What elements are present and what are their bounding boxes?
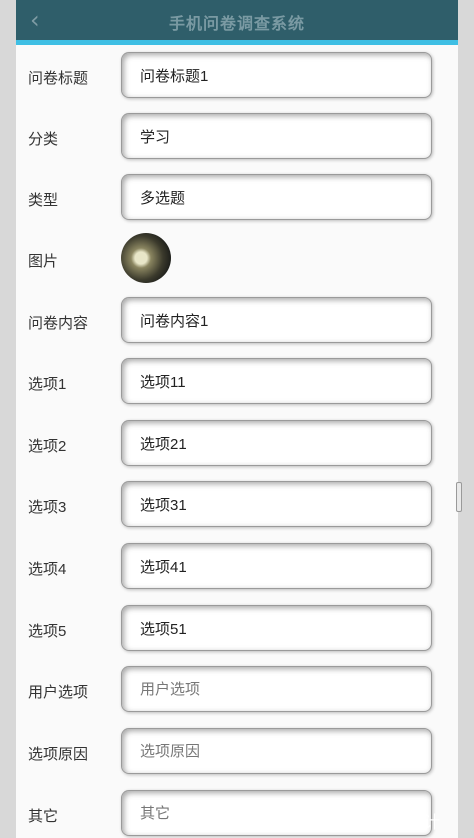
type-label: 类型	[28, 192, 59, 209]
option2-input[interactable]	[121, 420, 432, 466]
title-label: 问卷标题	[28, 70, 89, 87]
user-option-label: 用户选项	[28, 684, 89, 701]
form-row-option2: 选项2	[16, 419, 458, 471]
content-label: 问卷内容	[28, 315, 89, 332]
option3-input[interactable]	[121, 481, 432, 527]
category-label: 分类	[28, 131, 59, 148]
form-row-title: 问卷标题	[16, 51, 458, 103]
form-row-option4: 选项4	[16, 542, 458, 594]
option5-input[interactable]	[121, 605, 432, 651]
option1-label: 选项1	[28, 376, 67, 393]
option1-input[interactable]	[121, 358, 432, 404]
option2-label: 选项2	[28, 438, 67, 455]
form-row-option5: 选项5	[16, 604, 458, 656]
phone-screen: ‹ 手机问卷调查系统 问卷标题 分类 类型 图片 问卷内容 选项1 选项2 选项…	[16, 0, 458, 838]
option-reason-input[interactable]	[121, 728, 432, 774]
image-label: 图片	[28, 253, 59, 270]
other-label: 其它	[28, 808, 59, 825]
option5-label: 选项5	[28, 623, 67, 640]
title-input[interactable]	[121, 52, 432, 98]
form-row-category: 分类	[16, 112, 458, 164]
app-header: ‹ 手机问卷调查系统	[16, 0, 458, 40]
form-row-option1: 选项1	[16, 357, 458, 409]
form-row-option3: 选项3	[16, 480, 458, 532]
option4-input[interactable]	[121, 543, 432, 589]
page-title: 手机问卷调查系统	[168, 16, 305, 33]
form-row-content: 问卷内容	[16, 296, 458, 348]
category-input[interactable]	[121, 113, 432, 159]
form-row-type: 类型	[16, 173, 458, 225]
form-row-image: 图片	[16, 233, 458, 286]
form-row-option-reason: 选项原因	[16, 727, 458, 779]
type-input[interactable]	[121, 174, 432, 220]
form-row-user-option: 用户选项	[16, 665, 458, 717]
content-input[interactable]	[121, 297, 432, 343]
questionnaire-image[interactable]	[121, 233, 171, 283]
scrollbar-thumb[interactable]	[456, 482, 462, 512]
option3-label: 选项3	[28, 499, 67, 516]
header-accent-bar	[16, 40, 458, 45]
option4-label: 选项4	[28, 561, 67, 578]
watermark-text: CSDN @花花 程序设计	[262, 813, 441, 833]
option-reason-label: 选项原因	[28, 746, 89, 763]
user-option-input[interactable]	[121, 666, 432, 712]
